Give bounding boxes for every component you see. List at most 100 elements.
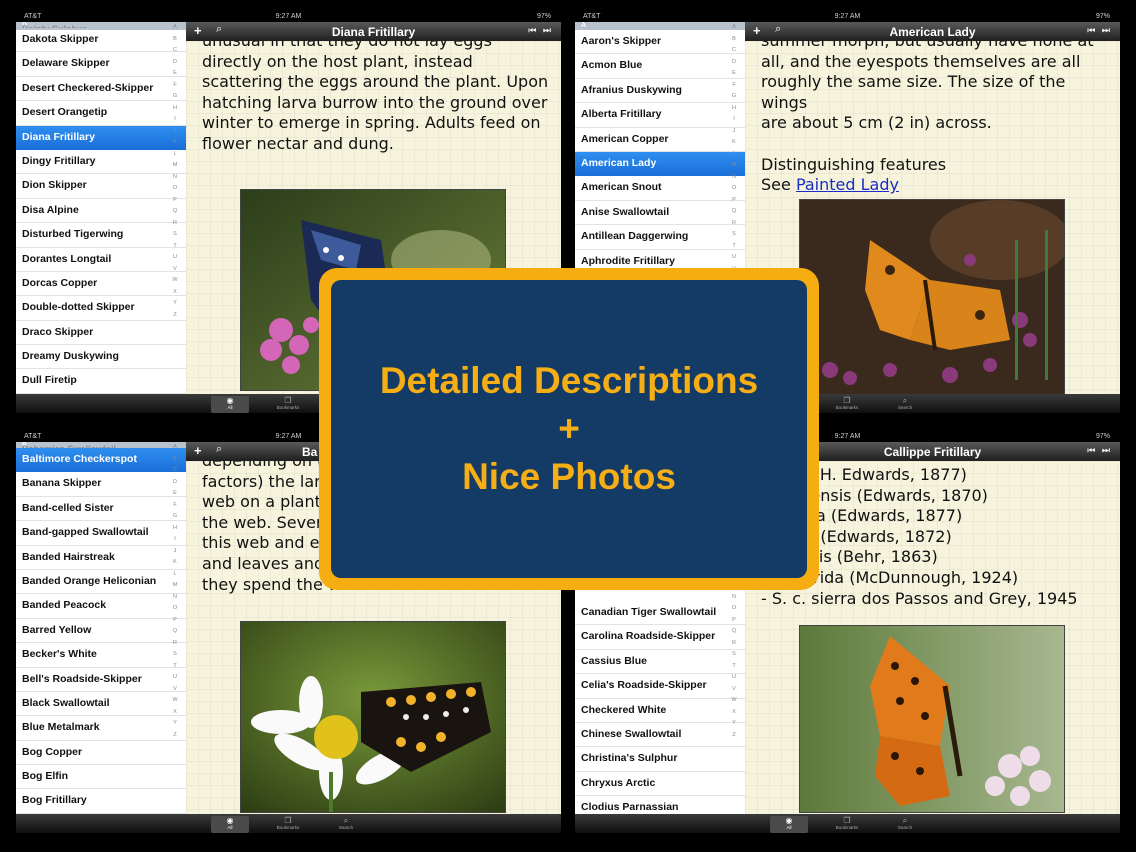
list-item[interactable]: Barred Yellow bbox=[16, 619, 186, 644]
index-letter[interactable]: L bbox=[725, 149, 743, 161]
index-letter[interactable]: Q bbox=[725, 206, 743, 218]
list-item[interactable]: Banded Peacock bbox=[16, 594, 186, 619]
list-item[interactable]: Chinese Swallowtail bbox=[575, 723, 745, 748]
list-item[interactable]: Bog Elfin bbox=[16, 765, 186, 790]
index-letter[interactable]: N bbox=[725, 592, 743, 604]
search-icon[interactable]: ⌕ bbox=[216, 443, 222, 456]
index-letter[interactable]: E bbox=[725, 68, 743, 80]
index-letter[interactable]: W bbox=[725, 695, 743, 707]
index-letter[interactable]: H bbox=[725, 103, 743, 115]
list-item[interactable]: Dion Skipper bbox=[16, 174, 186, 199]
species-list[interactable]: D Dainty Sulphur Dakota SkipperDelaware … bbox=[16, 22, 186, 394]
index-letter[interactable]: R bbox=[166, 218, 184, 230]
tab-bookmarks[interactable]: ❐ Bookmarks bbox=[269, 396, 307, 413]
index-letter[interactable]: C bbox=[166, 45, 184, 57]
index-letter[interactable]: R bbox=[725, 638, 743, 650]
index-letter[interactable]: Q bbox=[166, 206, 184, 218]
index-letter[interactable]: A bbox=[166, 442, 184, 454]
list-item[interactable]: Banded Hairstreak bbox=[16, 546, 186, 570]
list-item[interactable]: Desert Checkered-Skipper bbox=[16, 77, 186, 102]
painted-lady-link[interactable]: Painted Lady bbox=[796, 175, 899, 194]
index-letter[interactable]: B bbox=[166, 454, 184, 466]
list-item[interactable]: Dull Firetip bbox=[16, 369, 186, 394]
list-item[interactable]: Bog Fritillary bbox=[16, 789, 186, 814]
list-item[interactable]: Acmon Blue bbox=[575, 54, 745, 79]
index-letter[interactable]: J bbox=[166, 546, 184, 558]
list-item[interactable]: Alberta Fritillary bbox=[575, 103, 745, 128]
index-letter[interactable]: O bbox=[166, 183, 184, 195]
index-letter[interactable]: K bbox=[725, 137, 743, 149]
index-letter[interactable]: E bbox=[166, 68, 184, 80]
index-letter[interactable]: A bbox=[166, 22, 184, 34]
list-item[interactable]: Christina's Sulphur bbox=[575, 747, 745, 772]
index-letter[interactable]: G bbox=[166, 511, 184, 523]
index-letter[interactable]: J bbox=[166, 126, 184, 138]
list-item[interactable]: Antillean Daggerwing bbox=[575, 225, 745, 250]
prev-next-buttons[interactable]: ⏮ ⏭ bbox=[1087, 445, 1112, 456]
index-letter[interactable]: T bbox=[166, 241, 184, 253]
list-item[interactable]: Afranius Duskywing bbox=[575, 79, 745, 104]
list-item[interactable]: Clodius Parnassian bbox=[575, 796, 745, 814]
list-item[interactable]: Disturbed Tigerwing bbox=[16, 223, 186, 248]
index-letter[interactable]: Z bbox=[166, 730, 184, 742]
index-letter[interactable]: P bbox=[166, 195, 184, 207]
list-item[interactable]: Double-dotted Skipper bbox=[16, 296, 186, 321]
alphabet-index[interactable]: ABCDEFGHIJKLMNOPQRSTUVWXYZ bbox=[166, 22, 184, 394]
list-item[interactable]: Diana Fritillary bbox=[16, 125, 186, 150]
index-letter[interactable]: U bbox=[725, 252, 743, 264]
index-letter[interactable]: D bbox=[166, 477, 184, 489]
index-letter[interactable]: E bbox=[166, 488, 184, 500]
index-letter[interactable]: L bbox=[166, 149, 184, 161]
index-letter[interactable]: T bbox=[725, 241, 743, 253]
prev-next-buttons[interactable]: ⏮ ⏭ bbox=[528, 25, 553, 36]
list-item[interactable]: Anise Swallowtail bbox=[575, 201, 745, 226]
index-letter[interactable]: D bbox=[725, 57, 743, 69]
tab-all[interactable]: ◉ All bbox=[770, 816, 808, 833]
list-item[interactable]: Band-celled Sister bbox=[16, 497, 186, 522]
index-letter[interactable]: Y bbox=[166, 298, 184, 310]
index-letter[interactable]: O bbox=[725, 183, 743, 195]
list-item[interactable]: American Copper bbox=[575, 128, 745, 152]
index-letter[interactable]: G bbox=[166, 91, 184, 103]
list-item[interactable]: Chryxus Arctic bbox=[575, 772, 745, 797]
tab-all[interactable]: ◉ All bbox=[211, 396, 249, 413]
index-letter[interactable]: T bbox=[166, 661, 184, 673]
alphabet-index[interactable]: ABCDEFGHIJKLMNOPQRSTUVWXYZ bbox=[166, 442, 184, 814]
list-item[interactable]: Desert Orangetip bbox=[16, 101, 186, 126]
index-letter[interactable]: V bbox=[166, 684, 184, 696]
tab-search[interactable]: ⌕ Search bbox=[327, 816, 365, 833]
index-letter[interactable]: A bbox=[725, 22, 743, 34]
add-bookmark-button[interactable]: + bbox=[194, 443, 202, 458]
index-letter[interactable]: T bbox=[725, 661, 743, 673]
list-item[interactable]: Cassius Blue bbox=[575, 650, 745, 675]
index-letter[interactable]: Z bbox=[725, 730, 743, 742]
list-item[interactable]: Dakota Skipper bbox=[16, 28, 186, 53]
index-letter[interactable]: Z bbox=[166, 310, 184, 322]
list-item[interactable]: Bog Copper bbox=[16, 741, 186, 766]
index-letter[interactable]: L bbox=[166, 569, 184, 581]
index-letter[interactable]: X bbox=[725, 707, 743, 719]
tab-search[interactable]: ⌕ Search bbox=[886, 816, 924, 833]
list-item[interactable]: Dorantes Longtail bbox=[16, 248, 186, 272]
index-letter[interactable]: I bbox=[725, 114, 743, 126]
index-letter[interactable]: M bbox=[166, 160, 184, 172]
index-letter[interactable]: X bbox=[166, 287, 184, 299]
list-item[interactable]: Delaware Skipper bbox=[16, 52, 186, 77]
index-letter[interactable]: I bbox=[166, 534, 184, 546]
list-item[interactable]: Aaron's Skipper bbox=[575, 30, 745, 55]
index-letter[interactable]: N bbox=[166, 592, 184, 604]
index-letter[interactable]: Q bbox=[725, 626, 743, 638]
species-list[interactable]: B Bahamian Swallowtail Baltimore Checker… bbox=[16, 442, 186, 814]
list-item[interactable]: Blue Metalmark bbox=[16, 716, 186, 741]
index-letter[interactable]: N bbox=[725, 172, 743, 184]
list-item[interactable]: Draco Skipper bbox=[16, 321, 186, 346]
index-letter[interactable]: U bbox=[166, 672, 184, 684]
list-item[interactable]: Baltimore Checkerspot bbox=[16, 448, 186, 473]
index-letter[interactable]: H bbox=[166, 103, 184, 115]
index-letter[interactable]: G bbox=[725, 91, 743, 103]
list-item[interactable]: American Snout bbox=[575, 176, 745, 201]
index-letter[interactable]: O bbox=[166, 603, 184, 615]
list-item[interactable]: Band-gapped Swallowtail bbox=[16, 521, 186, 546]
index-letter[interactable]: X bbox=[166, 707, 184, 719]
index-letter[interactable]: B bbox=[725, 34, 743, 46]
